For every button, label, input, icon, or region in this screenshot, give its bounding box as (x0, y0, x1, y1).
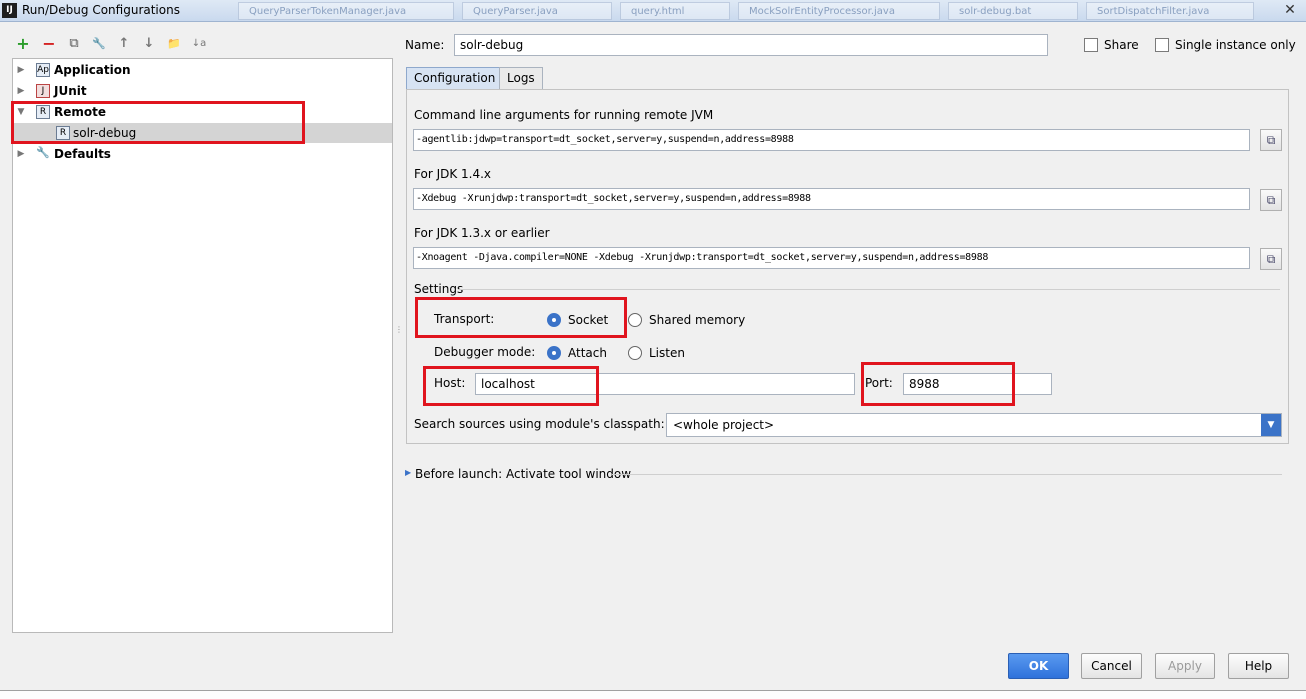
window-title: Run/Debug Configurations (22, 3, 180, 17)
cmd-args-label: Command line arguments for running remot… (414, 108, 714, 122)
tab-configuration[interactable]: Configuration (406, 67, 504, 90)
jdk14-label: For JDK 1.4.x (414, 167, 492, 181)
window-bottom-edge (0, 690, 1306, 699)
jdk13-args-field[interactable]: -Xnoagent -Djava.compiler=NONE -Xdebug -… (413, 247, 1250, 269)
settings-title: Settings (414, 282, 464, 296)
tree-item-application[interactable]: ▶ Ap Application (13, 60, 392, 80)
folder-icon[interactable]: 📁 (165, 35, 183, 53)
title-bar: IJ Run/Debug Configurations QueryParserT… (0, 0, 1306, 22)
share-label: Share (1104, 38, 1139, 52)
tree-item-label: Application (54, 63, 131, 77)
copy-icon[interactable]: ⧉ (1260, 189, 1282, 211)
copy-icon[interactable]: ⧉ (1260, 129, 1282, 151)
classpath-select[interactable]: <whole project> ▼ (666, 413, 1282, 437)
highlight-box-transport (415, 297, 627, 338)
intellij-app-icon: IJ (2, 3, 17, 18)
listen-label: Listen (649, 346, 685, 360)
tree-item-defaults[interactable]: ▶ 🔧 Defaults (13, 144, 392, 164)
highlight-box-remote (11, 101, 305, 144)
background-editor-tab: QueryParser.java (462, 2, 612, 20)
classpath-selected-value: <whole project> (673, 418, 775, 432)
configuration-tree[interactable]: ▶ Ap Application ▶ J JUnit ▼ R Remote R … (12, 58, 393, 633)
wrench-icon[interactable]: 🔧 (90, 35, 108, 53)
attach-radio[interactable] (547, 346, 561, 360)
expand-arrow-icon[interactable]: ▶ (16, 81, 26, 101)
move-down-icon[interactable]: ↓ (140, 35, 158, 53)
application-config-icon: Ap (36, 63, 50, 77)
cmd-args-field[interactable]: -agentlib:jdwp=transport=dt_socket,serve… (413, 129, 1250, 151)
add-icon[interactable]: + (14, 35, 32, 53)
background-editor-tab: SortDispatchFilter.java (1086, 2, 1254, 20)
highlight-box-host (423, 366, 599, 406)
help-button[interactable]: Help (1228, 653, 1289, 679)
expand-arrow-icon[interactable]: ▶ (16, 144, 26, 164)
wrench-icon: 🔧 (36, 146, 50, 159)
shared-memory-radio[interactable] (628, 313, 642, 327)
tab-logs[interactable]: Logs (499, 67, 543, 90)
attach-label: Attach (568, 346, 607, 360)
highlight-box-port (861, 362, 1015, 406)
before-launch-separator (612, 474, 1282, 475)
cancel-button[interactable]: Cancel (1081, 653, 1142, 679)
name-label: Name: (405, 38, 445, 52)
classpath-label: Search sources using module's classpath: (414, 417, 665, 431)
splitter-handle[interactable]: ⋮ (395, 325, 403, 334)
before-launch-label[interactable]: Before launch: Activate tool window (415, 467, 631, 481)
jdk14-args-field[interactable]: -Xdebug -Xrunjdwp:transport=dt_socket,se… (413, 188, 1250, 210)
remove-icon[interactable]: − (40, 35, 58, 53)
copy-icon[interactable]: ⧉ (1260, 248, 1282, 270)
single-instance-checkbox[interactable] (1155, 38, 1169, 52)
listen-radio[interactable] (628, 346, 642, 360)
tree-item-label: JUnit (54, 84, 87, 98)
apply-button[interactable]: Apply (1155, 653, 1215, 679)
settings-separator (458, 289, 1280, 290)
sort-icon[interactable]: ↓a (190, 35, 208, 53)
background-editor-tab: query.html (620, 2, 730, 20)
move-up-icon[interactable]: ↑ (115, 35, 133, 53)
name-input[interactable]: solr-debug (454, 34, 1048, 56)
ok-button[interactable]: OK (1008, 653, 1069, 679)
jdk13-label: For JDK 1.3.x or earlier (414, 226, 550, 240)
single-instance-label: Single instance only (1175, 38, 1296, 52)
debugger-mode-label: Debugger mode: (434, 345, 536, 359)
close-window-button[interactable]: ✕ (1280, 1, 1300, 19)
shared-memory-label: Shared memory (649, 313, 746, 327)
background-editor-tab: MockSolrEntityProcessor.java (738, 2, 940, 20)
junit-icon: J (36, 84, 50, 98)
tree-item-junit[interactable]: ▶ J JUnit (13, 81, 392, 101)
background-editor-tab: solr-debug.bat (948, 2, 1078, 20)
share-checkbox[interactable] (1084, 38, 1098, 52)
expand-arrow-icon[interactable]: ▶ (16, 60, 26, 80)
chevron-down-icon[interactable]: ▼ (1261, 414, 1281, 436)
expand-arrow-icon[interactable]: ▶ (405, 468, 411, 477)
tree-item-label: Defaults (54, 147, 111, 161)
background-editor-tab: QueryParserTokenManager.java (238, 2, 454, 20)
copy-configuration-icon[interactable]: ⧉ (65, 35, 83, 53)
